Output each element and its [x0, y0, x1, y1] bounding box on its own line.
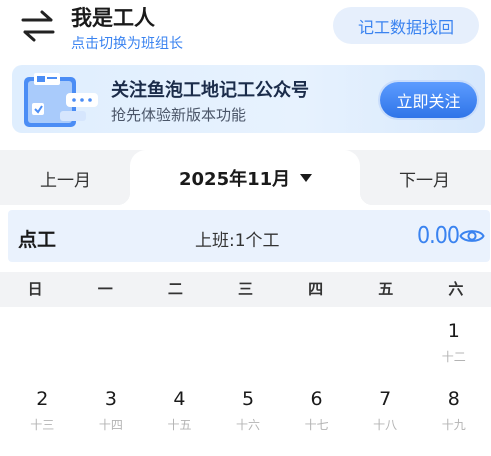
prev-month-button[interactable]: 上一月 — [40, 166, 91, 191]
lunar-date: 十五 — [167, 418, 192, 432]
calendar-day[interactable]: 5 十六 — [214, 379, 283, 447]
weekday-header: 日 一 二 三 四 五 六 — [0, 272, 491, 307]
calendar-day[interactable]: 1 十二 — [419, 311, 488, 379]
lunar-date: 十二 — [441, 350, 466, 364]
caret-down-icon — [300, 174, 313, 182]
lunar-date: 十七 — [304, 418, 329, 432]
switch-role-button[interactable] — [18, 6, 58, 46]
switch-role-link[interactable]: 点击切换为班组长 — [71, 33, 183, 53]
eye-icon[interactable] — [459, 226, 485, 246]
calendar-empty-cell — [145, 311, 214, 379]
month-picker[interactable]: 2025年11月 — [179, 165, 313, 191]
calendar-day[interactable]: 7 十八 — [351, 379, 420, 447]
weekday-mon: 一 — [97, 280, 113, 298]
day-number: 4 — [173, 388, 186, 410]
calendar-empty-cell — [351, 311, 420, 379]
calendar-day[interactable]: 2 十三 — [8, 379, 77, 447]
follow-now-button[interactable]: 立即关注 — [380, 82, 477, 118]
calendar-day[interactable]: 4 十五 — [145, 379, 214, 447]
weekday-fri: 五 — [378, 280, 394, 298]
calendar-week: 1 十二 — [8, 311, 488, 379]
calendar-empty-cell — [77, 311, 146, 379]
weekday-tue: 二 — [167, 280, 183, 298]
lunar-date: 十四 — [98, 418, 123, 432]
lunar-date: 十三 — [30, 418, 55, 432]
calendar-day[interactable]: 6 十七 — [282, 379, 351, 447]
data-recovery-button[interactable]: 记工数据找回 — [333, 7, 479, 44]
day-number: 2 — [36, 388, 49, 410]
day-number: 1 — [447, 320, 460, 342]
calendar-week: 2 十三 3 十四 4 十五 5 十六 6 十七 7 十八 8 十九 — [8, 379, 488, 447]
lunar-date: 十六 — [236, 418, 261, 432]
phone-chat-illustration-icon — [24, 73, 98, 127]
summary-amount: 0.00 — [417, 223, 460, 249]
calendar-empty-cell — [282, 311, 351, 379]
follow-banner[interactable]: 关注鱼泡工地记工公众号 抢先体验新版本功能 立即关注 — [12, 65, 485, 133]
banner-subtitle: 抢先体验新版本功能 — [111, 106, 247, 124]
day-number: 8 — [447, 388, 460, 410]
day-number: 6 — [310, 388, 323, 410]
current-month-label: 2025年11月 — [179, 169, 291, 190]
lunar-date: 十九 — [441, 418, 466, 432]
weekday-thu: 四 — [308, 280, 324, 298]
calendar-empty-cell — [214, 311, 283, 379]
work-record-page: 我是工人 点击切换为班组长 记工数据找回 关注鱼泡工地记工公众号 抢先体验新版本… — [0, 0, 491, 456]
swap-arrows-icon — [21, 10, 55, 42]
day-number: 7 — [379, 388, 392, 410]
banner-title: 关注鱼泡工地记工公众号 — [111, 80, 309, 101]
weekday-sun: 日 — [27, 280, 43, 298]
role-title: 我是工人 — [71, 6, 155, 30]
lunar-date: 十八 — [373, 418, 398, 432]
calendar-empty-cell — [8, 311, 77, 379]
summary-detail: 上班:1个工 — [195, 231, 280, 251]
weekday-wed: 三 — [237, 280, 253, 298]
summary-work-type: 点工 — [18, 229, 57, 251]
calendar-grid: 1 十二 2 十三 3 十四 4 十五 5 十六 6 十七 7 十八 8 十九 — [8, 311, 488, 447]
month-summary-row[interactable]: 点工 上班:1个工 0.00 — [8, 210, 490, 262]
calendar-day[interactable]: 3 十四 — [77, 379, 146, 447]
day-number: 3 — [104, 388, 117, 410]
weekday-sat: 六 — [448, 280, 464, 298]
next-month-button[interactable]: 下一月 — [399, 166, 450, 191]
calendar-day[interactable]: 8 十九 — [419, 379, 488, 447]
day-number: 5 — [241, 388, 255, 410]
header: 我是工人 点击切换为班组长 记工数据找回 — [0, 0, 491, 58]
